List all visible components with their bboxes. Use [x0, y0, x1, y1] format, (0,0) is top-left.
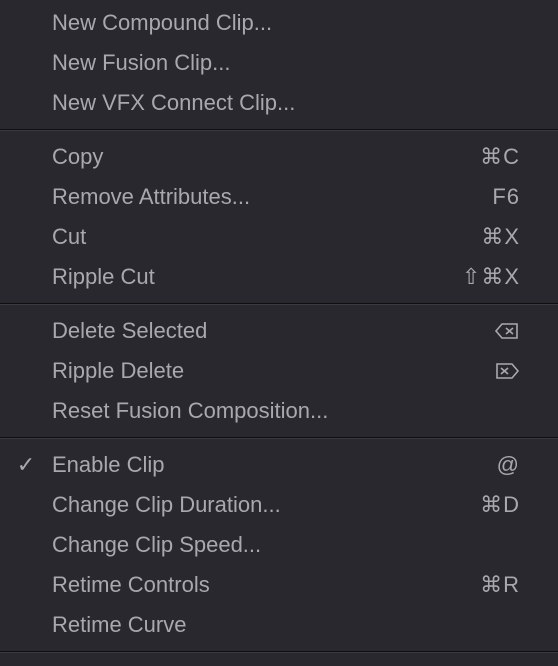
menu-item-new-compound-clip[interactable]: New Compound Clip... — [0, 3, 558, 43]
menu-item-remove-attributes[interactable]: Remove Attributes... F6 — [0, 177, 558, 217]
menu-item-retime-controls[interactable]: Retime Controls ⌘R — [0, 565, 558, 605]
menu-separator — [0, 303, 558, 305]
menu-item-label: Ripple Delete — [52, 358, 494, 384]
menu-item-retime-curve[interactable]: Retime Curve — [0, 605, 558, 645]
menu-item-label: Cut — [52, 224, 481, 250]
menu-item-label: Retime Curve — [52, 612, 520, 638]
menu-item-enable-clip[interactable]: ✓ Enable Clip @ — [0, 445, 558, 485]
menu-item-shortcut: ⌘X — [481, 224, 520, 250]
menu-item-copy[interactable]: Copy ⌘C — [0, 137, 558, 177]
delete-right-icon — [494, 361, 520, 381]
menu-item-ripple-delete[interactable]: Ripple Delete — [0, 351, 558, 391]
menu-item-label: Change Clip Speed... — [52, 532, 520, 558]
menu-item-label: Copy — [52, 144, 480, 170]
menu-item-new-fusion-clip[interactable]: New Fusion Clip... — [0, 43, 558, 83]
menu-item-ripple-cut[interactable]: Ripple Cut ⇧⌘X — [0, 257, 558, 297]
menu-separator — [0, 651, 558, 653]
context-menu: New Compound Clip... New Fusion Clip... … — [0, 0, 558, 662]
menu-item-shortcut: ⌘C — [480, 144, 520, 170]
menu-item-label: New Compound Clip... — [52, 10, 520, 36]
menu-item-label: Change Clip Duration... — [52, 492, 480, 518]
menu-item-shortcut: ⌘D — [480, 492, 520, 518]
menu-item-reset-fusion-composition[interactable]: Reset Fusion Composition... — [0, 391, 558, 431]
menu-item-new-vfx-connect-clip[interactable]: New VFX Connect Clip... — [0, 83, 558, 123]
menu-item-label: Ripple Cut — [52, 264, 462, 290]
check-icon: ✓ — [0, 452, 52, 478]
menu-item-delete-selected[interactable]: Delete Selected — [0, 311, 558, 351]
delete-left-icon — [494, 321, 520, 341]
menu-item-label: New VFX Connect Clip... — [52, 90, 520, 116]
menu-item-label: Reset Fusion Composition... — [52, 398, 520, 424]
menu-item-change-clip-duration[interactable]: Change Clip Duration... ⌘D — [0, 485, 558, 525]
menu-item-label: Enable Clip — [52, 452, 497, 478]
menu-item-change-clip-speed[interactable]: Change Clip Speed... — [0, 525, 558, 565]
menu-item-label: New Fusion Clip... — [52, 50, 520, 76]
menu-item-label: Retime Controls — [52, 572, 480, 598]
menu-item-shortcut: F6 — [492, 184, 520, 210]
menu-item-label: Remove Attributes... — [52, 184, 492, 210]
menu-item-shortcut: ⇧⌘X — [462, 264, 520, 290]
menu-item-shortcut: @ — [497, 452, 520, 478]
menu-separator — [0, 437, 558, 439]
menu-item-shortcut: ⌘R — [480, 572, 520, 598]
menu-item-label: Delete Selected — [52, 318, 494, 344]
menu-separator — [0, 129, 558, 131]
menu-item-cut[interactable]: Cut ⌘X — [0, 217, 558, 257]
